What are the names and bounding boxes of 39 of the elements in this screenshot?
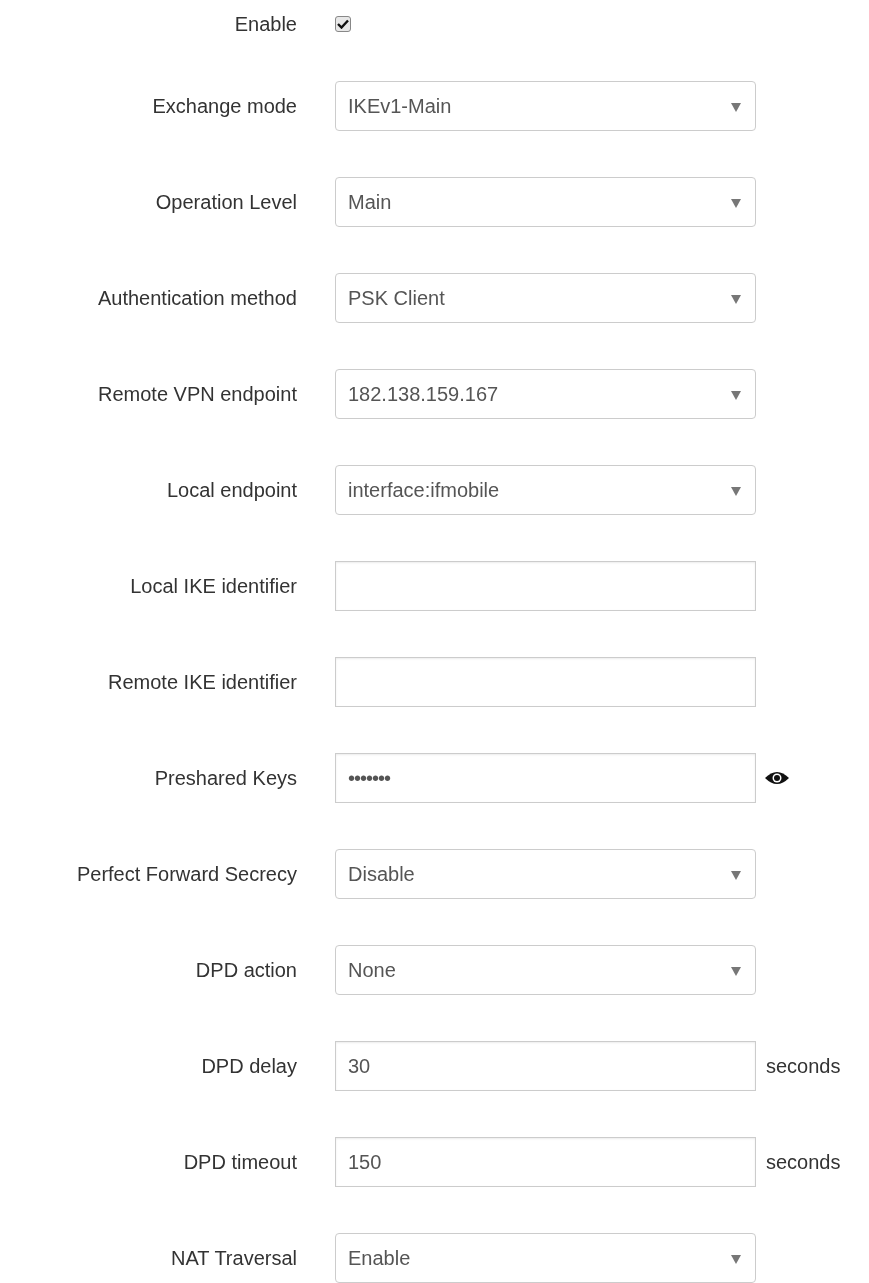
field-label: Enable: [234, 12, 297, 36]
unit-label: seconds: [766, 1054, 842, 1078]
dropdown-select[interactable]: IKEv1-Main: [335, 81, 756, 131]
caret-icon: [731, 967, 741, 976]
caret-icon: [731, 1255, 741, 1264]
text-input-field[interactable]: [335, 561, 756, 611]
dropdown-select[interactable]: None: [335, 945, 756, 995]
unit-label: seconds: [766, 1150, 842, 1174]
caret-icon: [731, 391, 741, 400]
caret-icon: [731, 871, 741, 880]
text-input-field[interactable]: 150: [335, 1137, 756, 1187]
field-label: DPD delay: [201, 1054, 297, 1078]
field-label: NAT Traversal: [171, 1246, 297, 1270]
field-label: Local IKE identifier: [130, 574, 297, 598]
caret-icon: [731, 199, 741, 208]
field-label: Operation Level: [155, 190, 297, 214]
field-label: Authentication method: [97, 286, 297, 310]
field-label: DPD action: [195, 958, 297, 982]
eye-icon[interactable]: [764, 770, 790, 786]
field-label: Perfect Forward Secrecy: [76, 862, 297, 886]
dropdown-select[interactable]: interface:ifmobile: [335, 465, 756, 515]
field-label: DPD timeout: [183, 1150, 297, 1174]
caret-icon: [731, 103, 741, 112]
password-field[interactable]: •••••••: [335, 753, 756, 803]
text-input-field[interactable]: 30: [335, 1041, 756, 1091]
text-input-field[interactable]: [335, 657, 756, 707]
field-label: Remote IKE identifier: [108, 670, 297, 694]
enable-checkbox[interactable]: [335, 16, 351, 32]
caret-icon: [731, 295, 741, 304]
field-label: Local endpoint: [166, 478, 297, 502]
field-label: Remote VPN endpoint: [98, 382, 297, 406]
dropdown-select[interactable]: Disable: [335, 849, 756, 899]
dropdown-select[interactable]: Enable: [335, 1233, 756, 1283]
field-label: Preshared Keys: [154, 766, 297, 790]
dropdown-select[interactable]: PSK Client: [335, 273, 756, 323]
dropdown-select[interactable]: Main: [335, 177, 756, 227]
field-label: Exchange mode: [152, 94, 297, 118]
caret-icon: [731, 487, 741, 496]
dropdown-select[interactable]: 182.138.159.167: [335, 369, 756, 419]
